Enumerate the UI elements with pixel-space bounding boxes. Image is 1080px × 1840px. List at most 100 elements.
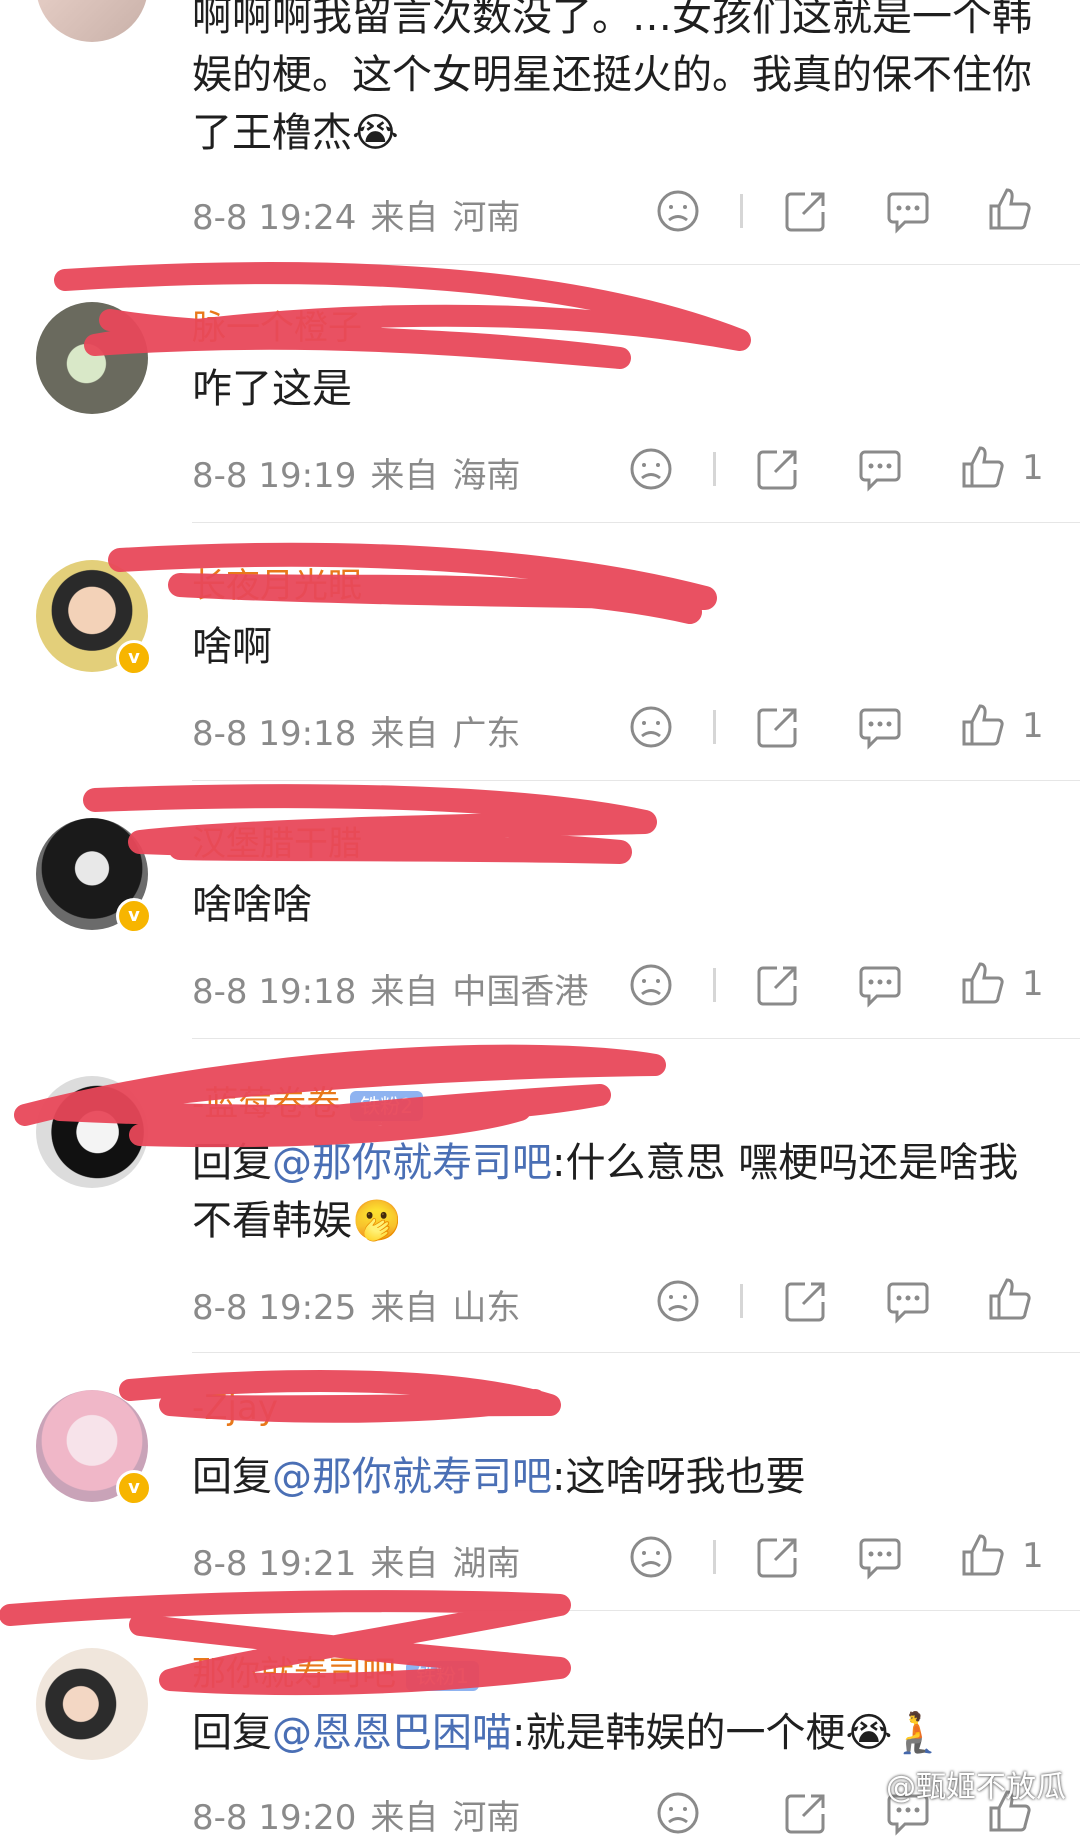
- comment-icon[interactable]: [885, 188, 931, 234]
- avatar[interactable]: [36, 302, 148, 414]
- separator: [740, 194, 743, 228]
- like-count: 1: [1022, 448, 1044, 488]
- share-icon[interactable]: [755, 704, 801, 750]
- like-icon[interactable]: [960, 960, 1006, 1006]
- comment-meta: 8-8 19:24 来自 河南: [192, 190, 534, 239]
- divider: [192, 522, 1080, 523]
- comment-from: 来自: [370, 714, 439, 754]
- verified-badge-icon: v: [116, 898, 152, 934]
- like-icon[interactable]: [987, 1276, 1033, 1322]
- separator: [740, 1284, 743, 1318]
- share-icon[interactable]: [783, 188, 829, 234]
- comment-time: 8-8 19:21: [192, 1544, 357, 1584]
- comment-icon[interactable]: [857, 446, 903, 492]
- mention-link[interactable]: @那你就寿司吧: [272, 1140, 552, 1186]
- comment-meta: 8-8 19:25 来自 山东: [192, 1280, 534, 1329]
- comment-text: 咋了这是: [192, 366, 352, 412]
- separator: [713, 968, 716, 1002]
- comment-location: 山东: [452, 1288, 521, 1328]
- like-count: 1: [1022, 1536, 1044, 1576]
- fan-badge: 铁粉1: [406, 1660, 479, 1691]
- comment-time: 8-8 19:18: [192, 714, 357, 754]
- comment-location: 河南: [452, 198, 521, 238]
- fan-badge: 铁粉2: [350, 1090, 424, 1121]
- mention-link[interactable]: @恩恩巴困喵: [272, 1710, 512, 1756]
- share-icon[interactable]: [783, 1278, 829, 1324]
- reply-prefix: 回复: [192, 1140, 272, 1186]
- comment-from: 来自: [370, 1288, 439, 1328]
- divider: [192, 1038, 1080, 1039]
- username[interactable]: 长夜月光眠: [192, 558, 362, 607]
- divider: [192, 1352, 1080, 1353]
- comment-location: 中国香港: [452, 972, 589, 1012]
- comment-icon[interactable]: [857, 1534, 903, 1580]
- username-text: 脉一个橙子: [192, 308, 362, 348]
- dislike-icon[interactable]: [655, 1790, 701, 1836]
- comment-text: 回复@那你就寿司吧:这啥呀我也要: [192, 1448, 1032, 1506]
- share-icon[interactable]: [755, 1534, 801, 1580]
- dislike-icon[interactable]: [628, 704, 674, 750]
- comment-meta: 8-8 19:18 来自 中国香港: [192, 964, 602, 1013]
- username[interactable]: 那你就寿司吧 铁粉1: [192, 1646, 479, 1695]
- share-icon[interactable]: [783, 1790, 829, 1836]
- separator: [713, 452, 716, 486]
- comment-time: 8-8 19:20: [192, 1798, 357, 1838]
- comment-text: 啊啊啊我留言次数没了。…女孩们这就是一个韩娱的梗。这个女明星还挺火的。我真的保不…: [192, 0, 1032, 156]
- comment-time: 8-8 19:25: [192, 1288, 357, 1328]
- like-count: 1: [1022, 964, 1044, 1004]
- comment-time: 8-8 19:24: [192, 198, 357, 238]
- comment-icon[interactable]: [857, 962, 903, 1008]
- comment-icon[interactable]: [857, 704, 903, 750]
- comment-from: 来自: [370, 972, 439, 1012]
- comment-from: 来自: [370, 1798, 439, 1838]
- like-icon[interactable]: [987, 186, 1033, 232]
- avatar[interactable]: [36, 0, 148, 42]
- comment-location: 广东: [452, 714, 521, 754]
- mention-link[interactable]: @那你就寿司吧: [272, 1454, 552, 1500]
- comment-meta: 8-8 19:18 来自 广东: [192, 706, 534, 755]
- avatar[interactable]: [36, 1076, 148, 1188]
- comment-location: 河南: [452, 1798, 521, 1838]
- username[interactable]: 汉堡腊干腊: [192, 816, 362, 865]
- separator: [713, 1540, 716, 1574]
- username-text: 那你就寿司吧: [192, 1654, 396, 1694]
- divider: [192, 1610, 1080, 1611]
- username-text: 长夜月光眠: [192, 566, 362, 606]
- share-icon[interactable]: [755, 962, 801, 1008]
- divider: [192, 264, 1080, 265]
- comment-from: 来自: [370, 198, 439, 238]
- username-text: 汉堡腊干腊: [192, 824, 362, 864]
- scribble-1: [54, 262, 751, 369]
- comment-meta: 8-8 19:21 来自 湖南: [192, 1536, 534, 1585]
- comment-meta: 8-8 19:19 来自 海南: [192, 448, 534, 497]
- username[interactable]: -Zjay: [192, 1388, 278, 1428]
- dislike-icon[interactable]: [628, 962, 674, 1008]
- like-icon[interactable]: [960, 1532, 1006, 1578]
- comment-location: 湖南: [452, 1544, 521, 1584]
- separator: [713, 710, 716, 744]
- share-icon[interactable]: [755, 446, 801, 492]
- dislike-icon[interactable]: [628, 1534, 674, 1580]
- comment-time: 8-8 19:19: [192, 456, 357, 496]
- comment-icon[interactable]: [885, 1278, 931, 1324]
- verified-badge-icon: v: [116, 1470, 152, 1506]
- reply-prefix: 回复: [192, 1454, 272, 1500]
- username[interactable]: 脉一个橙子: [192, 300, 362, 349]
- username-text: -Zjay: [192, 1388, 278, 1428]
- username-text: -蓝莓卷卷: [192, 1084, 341, 1124]
- dislike-icon[interactable]: [628, 446, 674, 492]
- like-icon[interactable]: [960, 702, 1006, 748]
- scribble-3: [83, 784, 657, 864]
- comment-from: 来自: [370, 1544, 439, 1584]
- comment-text: 回复@恩恩巴困喵:就是韩娱的一个梗😭🧎: [192, 1704, 1032, 1762]
- verified-badge-icon: v: [116, 640, 152, 676]
- comment-text: 啥啊: [192, 624, 272, 670]
- username[interactable]: -蓝莓卷卷 铁粉2: [192, 1076, 424, 1125]
- dislike-icon[interactable]: [655, 188, 701, 234]
- like-count: 1: [1022, 706, 1044, 746]
- divider: [192, 780, 1080, 781]
- like-icon[interactable]: [960, 444, 1006, 490]
- avatar[interactable]: [36, 1648, 148, 1760]
- dislike-icon[interactable]: [655, 1278, 701, 1324]
- comment-meta: 8-8 19:20 来自 河南: [192, 1790, 534, 1839]
